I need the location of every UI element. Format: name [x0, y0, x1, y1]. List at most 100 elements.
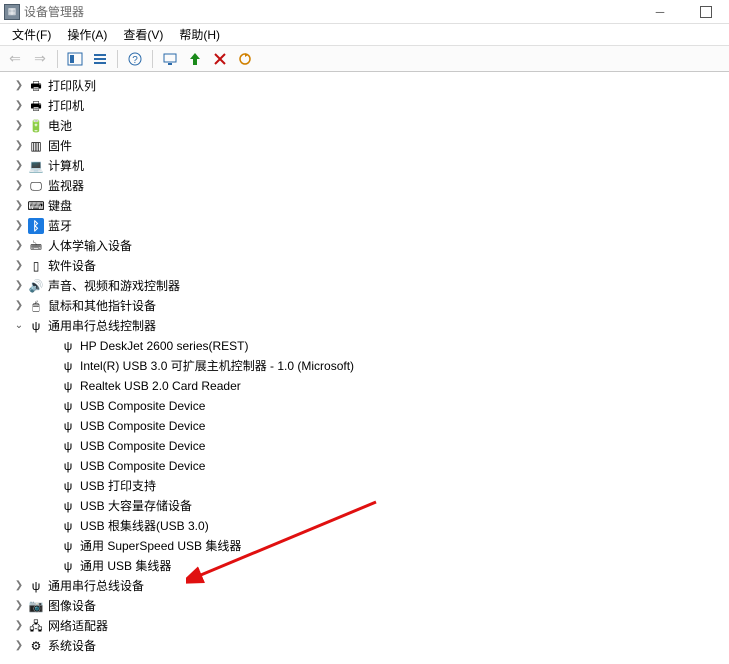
chevron-right-icon[interactable]: ❯ [12, 99, 26, 113]
category-label: 网络适配器 [48, 616, 108, 636]
tree-category[interactable]: ❯ 🔋 电池 [8, 116, 729, 136]
tree-category[interactable]: ❯ 🖵 监视器 [8, 176, 729, 196]
tree-category[interactable]: ❯ ᛒ 蓝牙 [8, 216, 729, 236]
list-icon [92, 51, 108, 67]
usb-device-icon: ψ [60, 558, 76, 574]
chevron-right-icon[interactable]: ❯ [12, 119, 26, 133]
device-label: USB Composite Device [80, 396, 205, 416]
chevron-right-icon[interactable]: ❯ [12, 159, 26, 173]
tree-device[interactable]: ❯ ψ HP DeskJet 2600 series(REST) [8, 336, 729, 356]
category-label: 固件 [48, 136, 72, 156]
tree-category[interactable]: ❯ 🖧 网络适配器 [8, 616, 729, 636]
tree-device-usb-mass-storage[interactable]: ❯ ψ USB 大容量存储设备 [8, 496, 729, 516]
usb-device-icon: ψ [60, 438, 76, 454]
tree-category[interactable]: ❯ 📷 图像设备 [8, 596, 729, 616]
chevron-right-icon[interactable]: ❯ [12, 279, 26, 293]
help-icon: ? [127, 51, 143, 67]
chevron-right-icon[interactable]: ❯ [12, 619, 26, 633]
panels-icon [67, 51, 83, 67]
category-label: 图像设备 [48, 596, 96, 616]
update-driver-button[interactable] [234, 48, 256, 70]
category-label: 系统设备 [48, 636, 96, 656]
chevron-right-icon[interactable]: ❯ [12, 579, 26, 593]
tree-device[interactable]: ❯ ψ 通用 SuperSpeed USB 集线器 [8, 536, 729, 556]
device-label: USB Composite Device [80, 456, 205, 476]
tree-category[interactable]: ❯ 🔊 声音、视频和游戏控制器 [8, 276, 729, 296]
tree-device[interactable]: ❯ ψ Realtek USB 2.0 Card Reader [8, 376, 729, 396]
maximize-button[interactable] [683, 0, 729, 24]
menu-bar: 文件(F) 操作(A) 查看(V) 帮助(H) [0, 24, 729, 46]
help-button[interactable]: ? [124, 48, 146, 70]
chevron-right-icon[interactable]: ❯ [12, 199, 26, 213]
device-label: USB 根集线器(USB 3.0) [80, 516, 209, 536]
tree-device[interactable]: ❯ ψ USB 根集线器(USB 3.0) [8, 516, 729, 536]
device-label: USB Composite Device [80, 436, 205, 456]
tree-category-usb-controllers[interactable]: ⌄ ψ 通用串行总线控制器 [8, 316, 729, 336]
tree-device[interactable]: ❯ ψ USB Composite Device [8, 416, 729, 436]
usb-device-icon: ψ [60, 338, 76, 354]
devices-by-type-button[interactable] [89, 48, 111, 70]
menu-view[interactable]: 查看(V) [115, 24, 171, 45]
tree-device[interactable]: ❯ ψ USB Composite Device [8, 396, 729, 416]
chevron-right-icon[interactable]: ❯ [12, 179, 26, 193]
usb-icon: ψ [28, 578, 44, 594]
chevron-right-icon[interactable]: ❯ [12, 599, 26, 613]
tree-device[interactable]: ❯ ψ 通用 USB 集线器 [8, 556, 729, 576]
tree-device[interactable]: ❯ ψ USB 打印支持 [8, 476, 729, 496]
category-label: 蓝牙 [48, 216, 72, 236]
menu-help[interactable]: 帮助(H) [171, 24, 228, 45]
category-label: 软件设备 [48, 256, 96, 276]
device-label: 通用 USB 集线器 [80, 556, 171, 576]
monitor-icon [162, 51, 178, 67]
usb-device-icon: ψ [60, 378, 76, 394]
chevron-right-icon[interactable]: ❯ [12, 639, 26, 653]
enable-device-button[interactable] [184, 48, 206, 70]
tree-category[interactable]: ❯ 💻 计算机 [8, 156, 729, 176]
monitor-icon: 🖵 [28, 178, 44, 194]
category-label: 计算机 [48, 156, 84, 176]
tree-category[interactable]: ❯ ψ 通用串行总线设备 [8, 576, 729, 596]
tree-category[interactable]: ❯ 🖮 人体学输入设备 [8, 236, 729, 256]
usb-icon: ψ [28, 318, 44, 334]
category-label: 电池 [48, 116, 72, 136]
imaging-icon: 📷 [28, 598, 44, 614]
tree-device[interactable]: ❯ ψ USB Composite Device [8, 436, 729, 456]
chevron-down-icon[interactable]: ⌄ [12, 319, 26, 333]
tree-category[interactable]: ❯ 🖶 打印队列 [8, 76, 729, 96]
tree-category[interactable]: ❯ ⌨ 键盘 [8, 196, 729, 216]
forward-button[interactable]: ⇒ [29, 48, 51, 70]
tree-category[interactable]: ❯ ▥ 固件 [8, 136, 729, 156]
tree-category[interactable]: ❯ 🖱 鼠标和其他指针设备 [8, 296, 729, 316]
chevron-right-icon[interactable]: ❯ [12, 79, 26, 93]
back-button[interactable]: ⇐ [4, 48, 26, 70]
audio-icon: 🔊 [28, 278, 44, 294]
usb-device-icon: ψ [60, 478, 76, 494]
uninstall-device-button[interactable] [209, 48, 231, 70]
chevron-right-icon[interactable]: ❯ [12, 259, 26, 273]
toolbar-separator [152, 50, 153, 68]
category-label: 打印队列 [48, 76, 96, 96]
scan-hardware-button[interactable] [159, 48, 181, 70]
chevron-right-icon[interactable]: ❯ [12, 299, 26, 313]
menu-file[interactable]: 文件(F) [4, 24, 59, 45]
tree-category[interactable]: ❯ ▯ 软件设备 [8, 256, 729, 276]
tree-device[interactable]: ❯ ψ Intel(R) USB 3.0 可扩展主机控制器 - 1.0 (Mic… [8, 356, 729, 376]
device-label: USB Composite Device [80, 416, 205, 436]
chevron-right-icon[interactable]: ❯ [12, 139, 26, 153]
tree-category[interactable]: ❯ ⚙ 系统设备 [8, 636, 729, 656]
category-label: 打印机 [48, 96, 84, 116]
device-tree[interactable]: ❯ 🖶 打印队列 ❯ 🖶 打印机 ❯ 🔋 电池 ❯ ▥ 固件 ❯ 💻 计算机 ❯… [0, 72, 729, 664]
chevron-right-icon[interactable]: ❯ [12, 239, 26, 253]
tree-category[interactable]: ❯ 🖶 打印机 [8, 96, 729, 116]
chevron-right-icon[interactable]: ❯ [12, 219, 26, 233]
menu-action[interactable]: 操作(A) [59, 24, 115, 45]
tree-device[interactable]: ❯ ψ USB Composite Device [8, 456, 729, 476]
refresh-icon [237, 51, 253, 67]
show-hidden-button[interactable] [64, 48, 86, 70]
printer-queue-icon: 🖶 [28, 78, 44, 94]
minimize-button[interactable]: ─ [637, 0, 683, 24]
svg-text:?: ? [132, 55, 138, 66]
device-label: Intel(R) USB 3.0 可扩展主机控制器 - 1.0 (Microso… [80, 356, 354, 376]
usb-device-icon: ψ [60, 398, 76, 414]
printer-icon: 🖶 [28, 98, 44, 114]
